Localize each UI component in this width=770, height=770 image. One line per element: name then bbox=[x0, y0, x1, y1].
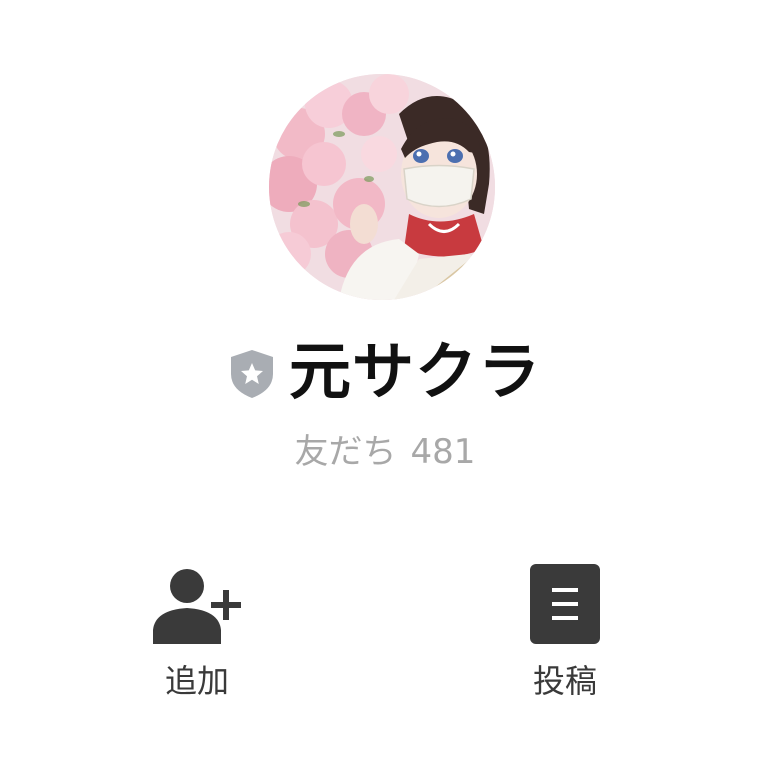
friends-count-row: 友だち 481 bbox=[0, 424, 770, 473]
add-friend-button[interactable]: 追加 bbox=[127, 556, 267, 702]
post-icon bbox=[530, 564, 600, 644]
post-label: 投稿 bbox=[532, 662, 597, 700]
add-friend-label: 追加 bbox=[164, 662, 229, 700]
friends-count: 481 bbox=[410, 432, 476, 472]
add-friend-icon bbox=[153, 569, 241, 644]
avatar-image bbox=[269, 74, 495, 300]
profile-page: 元サクラ 友だち 481 追加 投稿 bbox=[0, 0, 770, 770]
shield-star-icon bbox=[230, 350, 273, 398]
post-button[interactable]: 投稿 bbox=[495, 556, 635, 702]
profile-avatar[interactable] bbox=[269, 74, 495, 300]
profile-name-row: 元サクラ bbox=[0, 332, 770, 412]
friends-label: 友だち bbox=[294, 432, 397, 472]
profile-name: 元サクラ bbox=[288, 335, 541, 408]
